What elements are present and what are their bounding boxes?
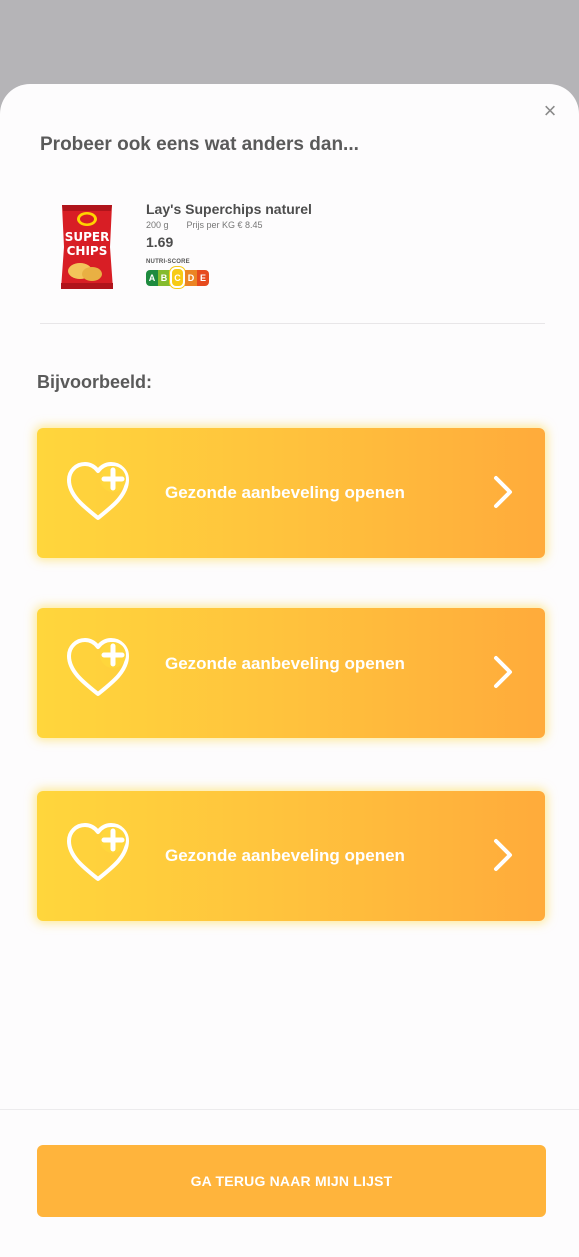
footer-divider bbox=[0, 1109, 579, 1110]
sheet-title: Probeer ook eens wat anders dan... bbox=[40, 134, 359, 155]
recommendation-label: Gezonde aanbeveling openen bbox=[165, 846, 405, 865]
nutri-score-badge: NUTRI-SCORE A B C D E bbox=[146, 259, 209, 288]
bottom-sheet: × Probeer ook eens wat anders dan... SUP… bbox=[0, 84, 579, 1257]
heart-plus-icon bbox=[67, 823, 129, 881]
recommendation-card-3[interactable]: Gezonde aanbeveling openen bbox=[37, 791, 545, 921]
product-price-per-kg: Prijs per KG € 8.45 bbox=[186, 220, 263, 230]
examples-heading: Bijvoorbeeld: bbox=[37, 372, 153, 392]
nutri-grade-b: B bbox=[158, 269, 170, 286]
heart-plus-icon bbox=[67, 462, 129, 520]
product-weight: 200 g bbox=[146, 220, 169, 230]
close-icon[interactable]: × bbox=[539, 100, 561, 122]
recommendation-card-1[interactable]: Gezonde aanbeveling openen bbox=[37, 428, 545, 558]
svg-text:CHIPS: CHIPS bbox=[67, 244, 108, 258]
chevron-right-icon bbox=[494, 476, 512, 508]
product-card[interactable]: SUPER CHIPS Lay's Superchips naturel 200… bbox=[40, 196, 545, 324]
chevron-right-icon bbox=[494, 839, 512, 871]
product-price: 1.69 bbox=[146, 234, 174, 250]
recommendation-card-2[interactable]: Gezonde aanbeveling openen bbox=[37, 608, 545, 738]
chips-bag-image: SUPER CHIPS bbox=[61, 205, 113, 289]
nutri-grade-c-selected: C bbox=[170, 267, 185, 288]
product-meta: 200 g Prijs per KG € 8.45 bbox=[146, 220, 263, 230]
nutri-grade-a: A bbox=[146, 269, 158, 286]
nutri-grade-d: D bbox=[185, 269, 197, 286]
chevron-right-icon bbox=[494, 656, 512, 688]
nutri-grade-e: E bbox=[197, 269, 209, 286]
nutri-score-label: NUTRI-SCORE bbox=[146, 259, 190, 265]
product-name: Lay's Superchips naturel bbox=[146, 201, 312, 217]
heart-plus-icon bbox=[67, 638, 129, 696]
recommendation-label: Gezonde aanbeveling openen bbox=[165, 654, 405, 673]
recommendation-label: Gezonde aanbeveling openen bbox=[165, 483, 405, 502]
svg-text:SUPER: SUPER bbox=[65, 230, 110, 244]
back-to-list-button[interactable]: GA TERUG NAAR MIJN LIJST bbox=[37, 1145, 546, 1217]
